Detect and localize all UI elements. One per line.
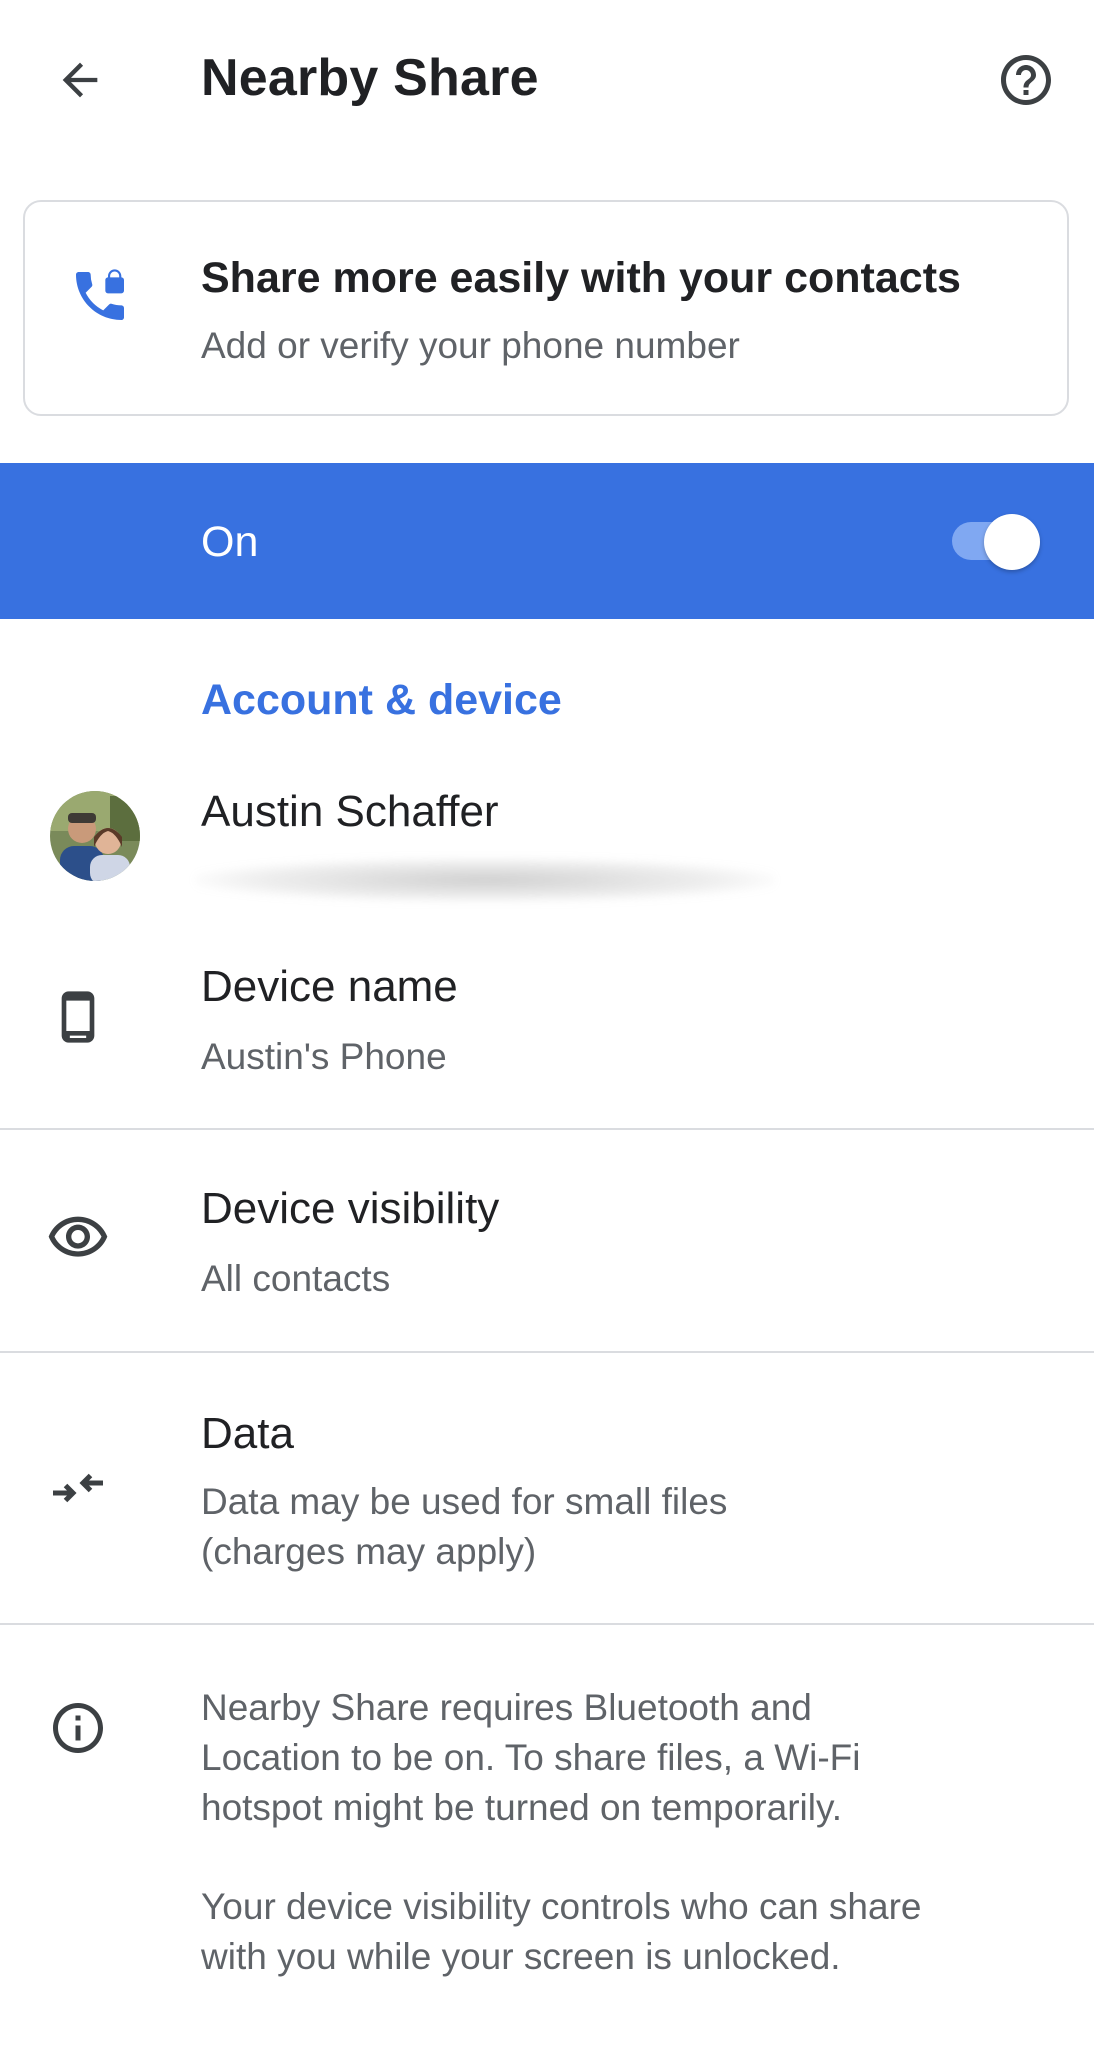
help-circle-icon[interactable] <box>990 44 1062 116</box>
divider <box>0 1128 1094 1130</box>
info-paragraph-requirements: Nearby Share requires Bluetooth and Loca… <box>201 1683 1061 1833</box>
divider <box>0 1623 1094 1625</box>
device-name-title[interactable]: Device name <box>201 961 458 1013</box>
add-phone-number-card[interactable] <box>23 200 1069 416</box>
page-title: Nearby Share <box>201 49 539 107</box>
smartphone-icon <box>42 981 114 1053</box>
info-line: with you while your screen is unlocked. <box>201 1936 841 1977</box>
card-title: Share more easily with your contacts <box>201 254 961 302</box>
account-email-redacted <box>195 858 775 902</box>
data-title[interactable]: Data <box>201 1408 294 1460</box>
master-switch-label: On <box>201 518 259 566</box>
info-line: Nearby Share requires Bluetooth and <box>201 1687 812 1728</box>
card-subtitle: Add or verify your phone number <box>201 325 740 366</box>
device-visibility-value: All contacts <box>201 1258 391 1299</box>
toggle-switch-thumb[interactable] <box>984 514 1040 570</box>
device-name-value: Austin's Phone <box>201 1036 447 1077</box>
device-visibility-title[interactable]: Device visibility <box>201 1183 499 1235</box>
section-header: Account & device <box>201 676 562 724</box>
master-switch-bar[interactable] <box>0 463 1094 619</box>
info-line: Your device visibility controls who can … <box>201 1886 922 1927</box>
data-description: Data may be used for small files (charge… <box>201 1477 1021 1577</box>
avatar[interactable] <box>50 791 140 881</box>
data-description-line: Data may be used for small files <box>201 1481 728 1522</box>
eye-icon <box>42 1202 114 1274</box>
info-paragraph-visibility: Your device visibility controls who can … <box>201 1882 1061 1982</box>
info-line: hotspot might be turned on temporarily. <box>201 1787 842 1828</box>
divider <box>0 1351 1094 1353</box>
data-arrows-icon <box>42 1452 114 1524</box>
account-name: Austin Schaffer <box>201 787 499 836</box>
info-line: Location to be on. To share files, a Wi-… <box>201 1737 861 1778</box>
info-icon <box>42 1692 114 1764</box>
data-description-line: (charges may apply) <box>201 1531 537 1572</box>
arrow-back-icon[interactable] <box>44 44 116 116</box>
phone-lock-icon <box>66 262 134 330</box>
